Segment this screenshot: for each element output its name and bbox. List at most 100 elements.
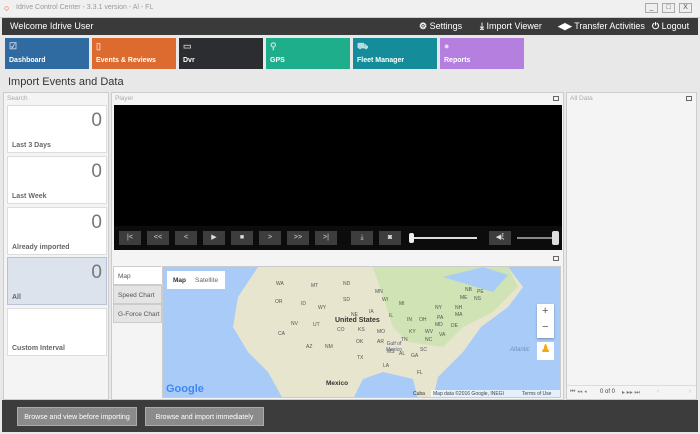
card-all[interactable]: 0 All <box>7 257 107 305</box>
transfer-activities-button[interactable]: ◀▶ Transfer Activities <box>558 21 645 32</box>
dvr-icon: ▭ <box>183 41 192 51</box>
state-label: IL <box>389 313 394 319</box>
state-label: WI <box>382 297 389 303</box>
volume-slider[interactable] <box>517 231 559 245</box>
step-forward-button[interactable]: > <box>259 231 281 245</box>
maximize-panel-icon[interactable] <box>553 96 559 101</box>
maximize-button[interactable]: □ <box>662 3 675 13</box>
card-already-imported[interactable]: 0 Already imported <box>7 207 107 255</box>
tile-reports[interactable]: ● Reports <box>440 38 524 69</box>
import-immediately-button[interactable]: Browse and import immediately <box>145 407 264 426</box>
seek-slider[interactable] <box>409 233 477 243</box>
video-display <box>114 105 562 226</box>
map-type-control: Map Satellite <box>167 271 225 289</box>
tab-g-force-chart[interactable]: G-Force Chart <box>113 304 162 323</box>
tile-dvr[interactable]: ▭ Dvr <box>179 38 263 69</box>
terms-link[interactable]: Terms of Use <box>522 391 551 397</box>
tile-gps[interactable]: ⚲ GPS <box>266 38 350 69</box>
stop-button[interactable]: ■ <box>231 231 253 245</box>
state-label: MN <box>375 289 383 295</box>
state-label: PA <box>437 315 444 321</box>
state-label: NV <box>291 321 298 327</box>
state-label: NM <box>325 344 333 350</box>
download-icon[interactable]: ⤓ <box>351 231 373 245</box>
state-label: ND <box>343 281 351 287</box>
seek-handle[interactable] <box>409 233 414 243</box>
transfer-label: Transfer Activities <box>574 21 645 31</box>
tab-map[interactable]: Map <box>113 266 162 285</box>
state-label: CA <box>278 331 285 337</box>
top-header: Welcome Idrive User ⚙ Settings ⤓ Import … <box>2 18 698 35</box>
fast-rewind-button[interactable]: << <box>147 231 169 245</box>
state-label: MA <box>455 312 463 318</box>
close-button[interactable]: X <box>679 3 692 13</box>
import-viewer-label: Import Viewer <box>486 21 542 31</box>
card-last-3-days[interactable]: 0 Last 3 Days <box>7 105 107 153</box>
tile-label: Fleet Manager <box>357 57 405 64</box>
zoom-in-button[interactable]: + <box>542 305 548 317</box>
scroll-left-icon[interactable]: ‹ <box>657 389 659 395</box>
tile-label: Events & Reviews <box>96 57 156 64</box>
state-label: SC <box>420 347 427 353</box>
state-label: NB <box>465 287 472 293</box>
fast-forward-button[interactable]: >> <box>287 231 309 245</box>
panel-title: All Data <box>570 95 593 102</box>
step-back-button[interactable]: < <box>175 231 197 245</box>
browse-before-import-button[interactable]: Browse and view before importing <box>17 407 137 426</box>
settings-button[interactable]: ⚙ Settings <box>419 21 462 32</box>
street-view-pegman-icon[interactable]: ♟ <box>537 342 554 360</box>
snapshot-icon[interactable]: ◙ <box>379 231 401 245</box>
state-label: NS <box>474 296 481 302</box>
card-last-week[interactable]: 0 Last Week <box>7 156 107 204</box>
card-custom-interval[interactable]: Custom Interval <box>7 308 107 356</box>
count: 0 <box>91 262 102 283</box>
import-viewer-button[interactable]: ⤓ Import Viewer <box>480 21 542 32</box>
tab-speed-chart[interactable]: Speed Chart <box>113 285 162 304</box>
tile-fleet-manager[interactable]: ⛟ Fleet Manager <box>353 38 437 69</box>
transfer-icon: ◀▶ <box>558 21 572 31</box>
logout-button[interactable]: ⏻ Logout <box>652 21 689 32</box>
state-label: AZ <box>306 344 313 350</box>
all-data-panel: All Data ⏮ ◂◂ ◂ 0 of 0 ▸ ▸▸ ⏭ ‹ › <box>566 92 697 400</box>
app-logo-icon: ○ <box>4 3 10 13</box>
count: 0 <box>91 212 102 233</box>
zoom-out-button[interactable]: − <box>542 321 548 333</box>
map-view[interactable]: Map Satellite WA MT ND MN OR ID SD WY WI… <box>162 266 561 398</box>
player-controls: |< << < ▶ ■ > >> >| ⤓ ◙ ◀ξ <box>114 226 562 250</box>
pager-first-icon[interactable]: ⏮ ◂◂ ◂ <box>570 389 587 396</box>
tile-events-reviews[interactable]: ▯ Events & Reviews <box>92 38 176 69</box>
state-label: TX <box>357 355 364 361</box>
state-label: DE <box>451 323 458 329</box>
state-label: MI <box>399 301 405 307</box>
state-label: NC <box>425 337 433 343</box>
minimize-button[interactable]: _ <box>645 3 658 13</box>
last-frame-button[interactable]: >| <box>315 231 337 245</box>
tile-label: Dvr <box>183 57 195 64</box>
ocean-label: Atlantic <box>510 347 530 353</box>
scroll-right-icon[interactable]: › <box>689 389 691 395</box>
state-label: UT <box>313 322 320 328</box>
map-pin-icon: ⚲ <box>270 41 277 51</box>
panel-title: Player <box>115 95 134 102</box>
pie-chart-icon: ● <box>444 41 450 51</box>
play-button[interactable]: ▶ <box>203 231 225 245</box>
map-type-map[interactable]: Map <box>173 277 186 284</box>
card-label: All <box>12 294 21 301</box>
tile-dashboard[interactable]: ☑ Dashboard <box>5 38 89 69</box>
pager-next-icon[interactable]: ▸ ▸▸ ⏭ <box>622 389 640 397</box>
state-label: FL <box>417 370 423 376</box>
zoom-control: + − <box>537 304 554 338</box>
volume-icon[interactable]: ◀ξ <box>489 231 511 245</box>
tile-label: GPS <box>270 57 285 64</box>
download-icon: ⤓ <box>480 21 484 31</box>
logout-label: Logout <box>661 21 690 31</box>
map-type-satellite[interactable]: Satellite <box>195 277 218 284</box>
tile-label: Reports <box>444 57 471 64</box>
volume-handle[interactable] <box>552 231 559 245</box>
maximize-panel-icon[interactable] <box>686 96 692 101</box>
country-label: United States <box>335 317 380 324</box>
first-frame-button[interactable]: |< <box>119 231 141 245</box>
state-label: GA <box>411 353 419 359</box>
tile-label: Dashboard <box>9 57 46 64</box>
maximize-chart-icon[interactable] <box>553 256 559 261</box>
